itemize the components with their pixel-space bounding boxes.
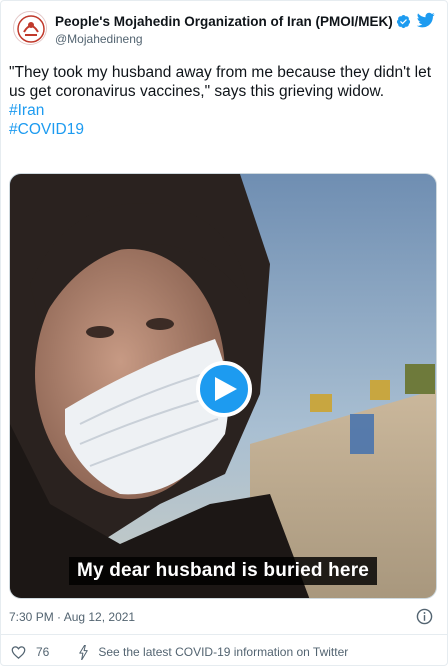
covid-info-link[interactable]: See the latest COVID-19 information on T… — [77, 644, 348, 660]
hashtag-covid19[interactable]: #COVID19 — [9, 120, 437, 139]
author-name-row[interactable]: People's Mojahedin Organization of Iran … — [55, 14, 411, 29]
covid-info-text[interactable]: See the latest COVID-19 information on T… — [98, 645, 348, 659]
play-button[interactable] — [196, 361, 252, 417]
like-count: 76 — [36, 645, 50, 659]
tweet-timestamp[interactable]: 7:30 PM · Aug 12, 2021 — [9, 610, 135, 624]
tweet-header: People's Mojahedin Organization of Iran … — [13, 11, 435, 51]
video-subtitle-text: My dear husband is buried here — [68, 557, 378, 585]
verified-badge-icon — [396, 14, 410, 29]
video-player[interactable]: My dear husband is buried here — [9, 173, 437, 599]
author-display-name[interactable]: People's Mojahedin Organization of Iran … — [55, 14, 393, 29]
author-handle[interactable]: @Mojahedineng — [55, 32, 143, 46]
twitter-bird-icon[interactable] — [417, 11, 435, 29]
video-subtitle: My dear husband is buried here — [10, 557, 436, 585]
tweet-card: People's Mojahedin Organization of Iran … — [0, 0, 448, 666]
lightning-icon — [79, 644, 89, 660]
heart-icon — [11, 645, 26, 659]
divider — [1, 634, 447, 635]
like-button[interactable]: 76 — [11, 645, 49, 660]
tweet-body: "They took my husband away from me becau… — [9, 63, 437, 139]
author-avatar[interactable] — [13, 11, 47, 45]
tweet-text: "They took my husband away from me becau… — [9, 64, 432, 100]
tweet-actions: 76 See the latest COVID-19 information o… — [11, 643, 437, 661]
org-logo-icon — [15, 13, 46, 44]
info-icon[interactable] — [416, 608, 433, 625]
hashtag-iran[interactable]: #Iran — [9, 101, 437, 120]
play-icon — [215, 377, 237, 401]
